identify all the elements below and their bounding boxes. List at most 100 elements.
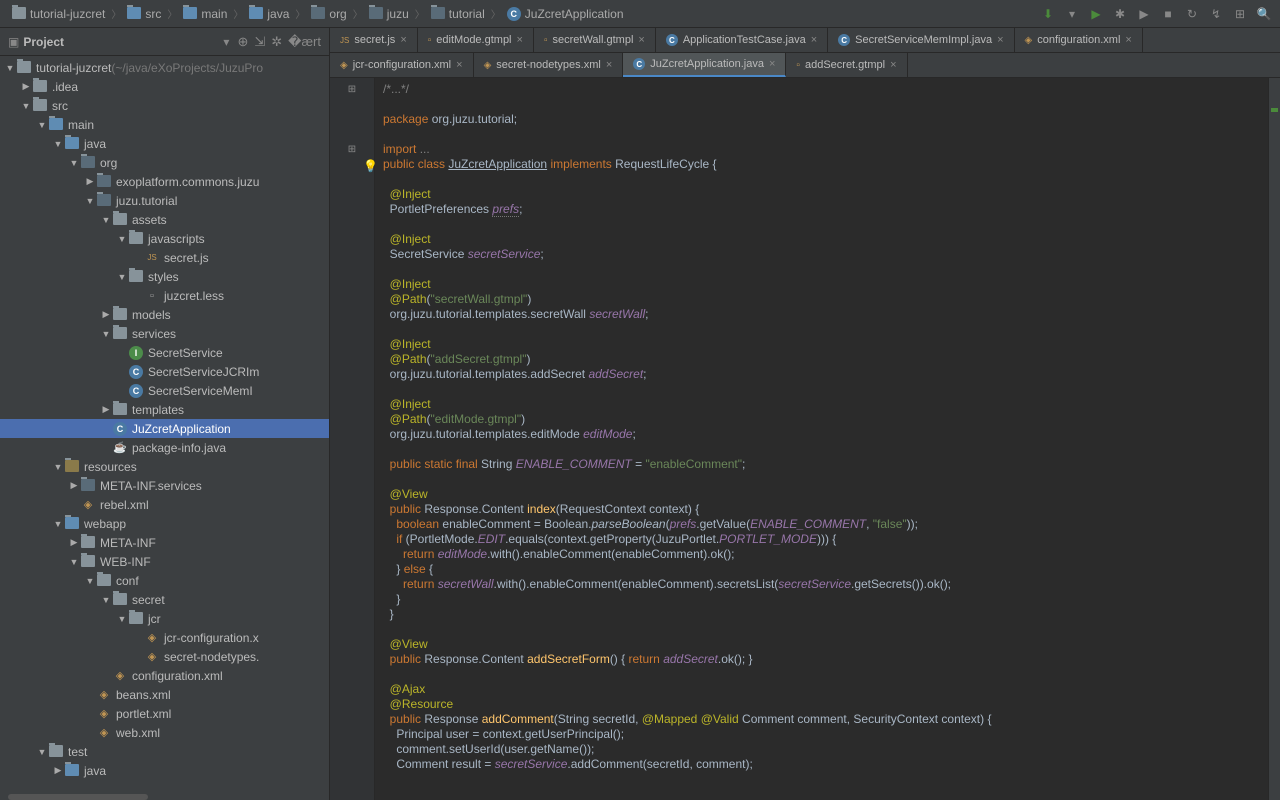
code-line[interactable]: public static final String ENABLE_COMMEN… [383,457,1260,472]
gutter-line[interactable] [330,367,374,382]
gutter-line[interactable] [330,352,374,367]
gutter-line[interactable] [330,202,374,217]
tree-node[interactable]: ◈web.xml [0,723,329,742]
expand-arrow-icon[interactable]: ▼ [84,196,96,206]
code-line[interactable]: org.juzu.tutorial.templates.editMode edi… [383,427,1260,442]
close-tab-icon[interactable]: × [638,34,644,46]
expand-arrow-icon[interactable]: ▼ [68,557,80,567]
expand-arrow-icon[interactable]: ▶ [52,765,64,776]
editor-tab[interactable]: ▫secretWall.gtmpl× [534,28,656,52]
tree-node[interactable]: ◈jcr-configuration.x [0,628,329,647]
breadcrumb-item[interactable]: CJuZcretApplication [503,5,628,23]
gutter-line[interactable] [330,667,374,682]
run-config-dropdown[interactable]: ▾ [1064,6,1080,22]
expand-arrow-icon[interactable]: ▼ [100,215,112,225]
gutter-line[interactable] [330,112,374,127]
code-line[interactable]: Principal user = context.getUserPrincipa… [383,727,1260,742]
code-line[interactable] [383,442,1260,457]
project-tree[interactable]: ▼tutorial-juzcret (~/java/eXoProjects/Ju… [0,56,329,792]
expand-arrow-icon[interactable]: ▼ [116,614,128,624]
tree-node[interactable]: ISecretService [0,343,329,362]
tree-node[interactable]: ▼main [0,115,329,134]
tree-node[interactable]: ▼conf [0,571,329,590]
expand-arrow-icon[interactable]: ▶ [100,309,112,320]
code-line[interactable]: public Response.Content index(RequestCon… [383,502,1260,517]
hide-tool-icon[interactable]: �ært [288,34,321,50]
code-line[interactable]: Comment result = secretService.addCommen… [383,757,1260,772]
run-icon[interactable]: ▶ [1088,6,1104,22]
gutter-line[interactable] [330,427,374,442]
gutter-line[interactable] [330,622,374,637]
gutter-line[interactable] [330,232,374,247]
code-line[interactable]: org.juzu.tutorial.templates.secretWall s… [383,307,1260,322]
code-line[interactable]: } [383,607,1260,622]
close-tab-icon[interactable]: × [769,58,775,70]
editor-tab[interactable]: ▫editMode.gtmpl× [418,28,534,52]
code-line[interactable]: @Inject [383,232,1260,247]
code-line[interactable]: return editMode.with().enableComment(ena… [383,547,1260,562]
code-line[interactable]: @Path("editMode.gtmpl") [383,412,1260,427]
tree-node[interactable]: ▼java [0,134,329,153]
expand-arrow-icon[interactable]: ▼ [20,101,32,111]
code-line[interactable] [383,97,1260,112]
editor-tab[interactable]: ▫addSecret.gtmpl× [786,53,907,77]
editor-tab[interactable]: CApplicationTestCase.java× [656,28,828,52]
tree-node[interactable]: ▼resources [0,457,329,476]
code-line[interactable]: @View [383,637,1260,652]
gutter-line[interactable] [330,757,374,772]
tree-node[interactable]: ☕package-info.java [0,438,329,457]
breadcrumb-item[interactable]: juzu [365,4,413,23]
code-line[interactable]: @Inject [383,277,1260,292]
gutter-line[interactable] [330,487,374,502]
code-line[interactable] [383,667,1260,682]
code-line[interactable]: } [383,592,1260,607]
code-line[interactable]: comment.setUserId(user.getName()); [383,742,1260,757]
stop-icon[interactable]: ■ [1160,6,1176,22]
tree-node[interactable]: ▼WEB-INF [0,552,329,571]
intention-bulb-icon[interactable]: 💡 [375,159,378,174]
breadcrumb-item[interactable]: tutorial-juzcret [8,4,109,23]
error-stripe[interactable] [1268,78,1280,800]
code-line[interactable]: @Inject [383,397,1260,412]
tree-node[interactable]: ▼javascripts [0,229,329,248]
gutter-line[interactable]: ⊞ [330,82,374,97]
gutter-line[interactable] [330,217,374,232]
gutter-line[interactable] [330,262,374,277]
editor-tab[interactable]: CSecretServiceMemImpl.java× [828,28,1014,52]
gutter-line[interactable] [330,547,374,562]
gutter-line[interactable]: ⊞ [330,142,374,157]
breadcrumb-item[interactable]: main [179,4,231,23]
gutter-line[interactable] [330,187,374,202]
tree-node[interactable]: ◈portlet.xml [0,704,329,723]
tree-node[interactable]: ▶exoplatform.commons.juzu [0,172,329,191]
code-editor[interactable]: /*...*/ package org.juzu.tutorial; impor… [375,78,1268,800]
tree-node[interactable]: ▶java [0,761,329,780]
tree-node[interactable]: JSsecret.js [0,248,329,267]
expand-arrow-icon[interactable]: ▼ [68,158,80,168]
collapse-all-icon[interactable]: ⇲ [254,34,265,50]
editor-gutter[interactable]: ⊞⊞ [330,78,375,800]
close-tab-icon[interactable]: × [1125,34,1131,46]
code-line[interactable]: public Response addComment(String secret… [383,712,1260,727]
gutter-line[interactable] [330,517,374,532]
code-line[interactable]: org.juzu.tutorial.templates.addSecret ad… [383,367,1260,382]
close-tab-icon[interactable]: × [606,59,612,71]
tree-node[interactable]: ▼styles [0,267,329,286]
tree-node[interactable]: CJuZcretApplication [0,419,329,438]
tree-node[interactable]: ▶models [0,305,329,324]
code-line[interactable] [383,622,1260,637]
expand-arrow-icon[interactable]: ▼ [116,272,128,282]
code-line[interactable] [383,217,1260,232]
gutter-line[interactable] [330,337,374,352]
gutter-line[interactable] [330,472,374,487]
breadcrumb-item[interactable]: tutorial [427,4,489,23]
code-line[interactable]: return secretWall.with().enableComment(e… [383,577,1260,592]
code-line[interactable]: SecretService secretService; [383,247,1260,262]
tree-node[interactable]: CSecretServiceJCRIm [0,362,329,381]
close-tab-icon[interactable]: × [997,34,1003,46]
close-tab-icon[interactable]: × [517,34,523,46]
expand-arrow-icon[interactable]: ▶ [100,404,112,415]
expand-arrow-icon[interactable]: ▼ [52,462,64,472]
code-line[interactable]: @Path("secretWall.gtmpl") [383,292,1260,307]
tree-node[interactable]: ▼test [0,742,329,761]
